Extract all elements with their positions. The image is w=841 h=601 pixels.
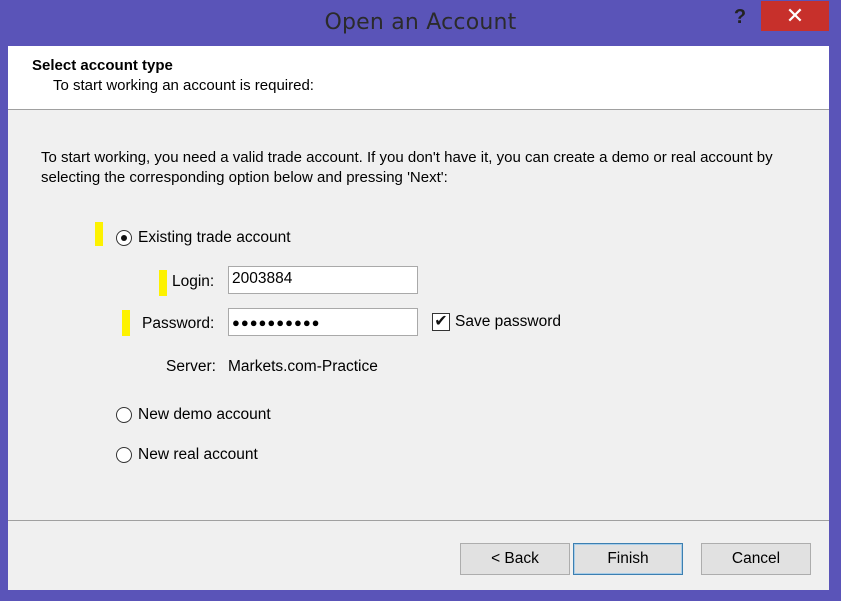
highlight-marker (122, 310, 130, 336)
password-input[interactable]: ●●●●●●●●●● (228, 308, 418, 336)
title-bar[interactable]: Open an Account ? ✕ (0, 0, 841, 46)
radio-checked-icon[interactable] (116, 230, 132, 246)
radio-real-label: New real account (138, 446, 258, 463)
radio-existing-account[interactable]: Existing trade account (116, 227, 291, 249)
close-button[interactable]: ✕ (761, 1, 829, 31)
open-account-dialog: Open an Account ? ✕ Select account type … (0, 0, 841, 601)
header-title: Select account type (32, 57, 173, 74)
checkmark-icon[interactable]: ✔ (432, 313, 450, 331)
instructions-text: To start working, you need a valid trade… (41, 149, 773, 186)
radio-unchecked-icon[interactable] (116, 407, 132, 423)
header-subtitle: To start working an account is required: (53, 77, 314, 94)
save-password-label: Save password (455, 313, 561, 330)
dialog-content: Select account type To start working an … (8, 46, 829, 590)
window-bottom-border (0, 590, 841, 601)
footer-separator (8, 520, 829, 521)
save-password-checkbox[interactable]: ✔ Save password (432, 313, 561, 331)
window-title: Open an Account (324, 10, 517, 35)
highlight-marker (159, 270, 167, 296)
header-panel: Select account type To start working an … (8, 46, 829, 110)
radio-demo-label: New demo account (138, 406, 271, 423)
help-button[interactable]: ? (726, 4, 754, 30)
radio-new-real-account[interactable]: New real account (116, 444, 258, 466)
server-value: Markets.com-Practice (228, 358, 378, 375)
back-button[interactable]: < Back (460, 543, 570, 575)
login-label: Login: (172, 273, 215, 290)
radio-new-demo-account[interactable]: New demo account (116, 404, 271, 426)
finish-button[interactable]: Finish (573, 543, 683, 575)
password-label: Password: (142, 315, 215, 332)
server-label: Server: (166, 358, 216, 375)
radio-unchecked-icon[interactable] (116, 447, 132, 463)
cancel-button[interactable]: Cancel (701, 543, 811, 575)
highlight-marker (95, 222, 103, 246)
login-input[interactable]: 2003884 (228, 266, 418, 294)
radio-existing-label: Existing trade account (138, 229, 291, 246)
